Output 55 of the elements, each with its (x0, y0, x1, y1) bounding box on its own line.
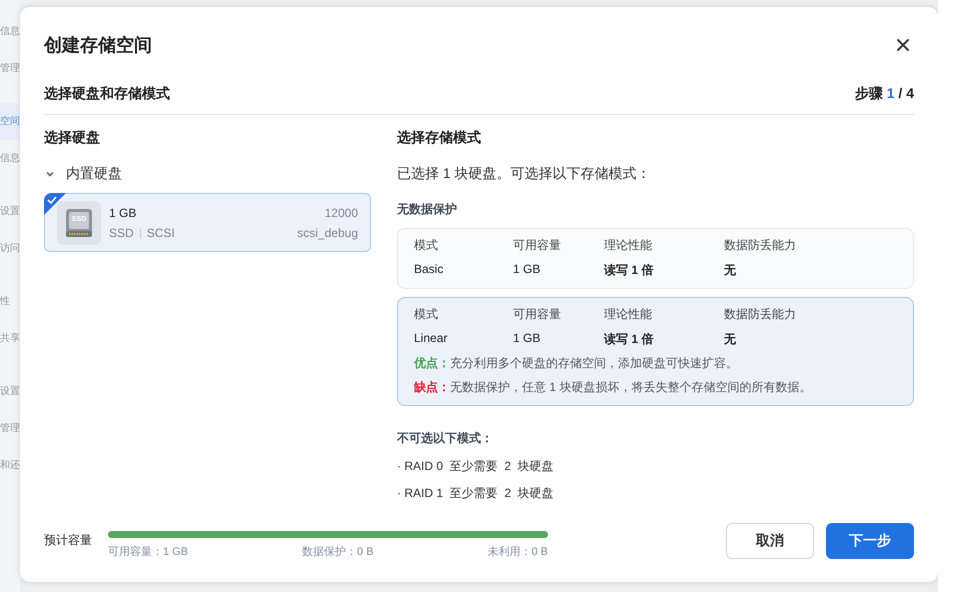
column-label: 模式 (414, 306, 439, 323)
sidebar-item[interactable]: 共享 (0, 320, 20, 357)
legend-text: 未利用：0 B (487, 544, 548, 558)
summary-text: 已选择 1 块硬盘。可选择以下存储模式： (397, 165, 652, 183)
sidebar-item[interactable]: 管理 (0, 50, 20, 87)
column-label: 可用容量 (513, 237, 562, 254)
sidebar-item[interactable]: 信息 (0, 13, 20, 50)
mode-value: 1 GB (513, 331, 542, 347)
step-indicator: 步骤 1 / 4 (854, 85, 914, 103)
sidebar-item[interactable]: 设置 (0, 373, 20, 410)
unavailable-mode: · RAID 1 至少需要 2 块硬盘 (397, 485, 555, 502)
unavailable-mode: · RAID 0 至少需要 2 块硬盘 (397, 458, 555, 475)
sidebar-item[interactable]: 访问 (0, 230, 20, 267)
sidebar-item[interactable]: 和还 (0, 447, 20, 484)
column-label: 可用容量 (513, 306, 562, 323)
next-button[interactable]: 下一步 (826, 522, 914, 558)
mode-value: 无 (724, 331, 737, 348)
column-label: 数据防丢能力 (724, 306, 797, 323)
cancel-button[interactable]: 取消 (726, 522, 814, 558)
drive-icon (65, 208, 93, 238)
disk-name: scsi_debug (297, 226, 358, 240)
category-title: 无数据保护 (397, 201, 458, 218)
pros-text: 优点：充分利用多个硬盘的存储空间，添加硬盘可快速扩容。 (414, 355, 739, 372)
section-title: 选择存储模式 (397, 129, 482, 147)
step-title: 选择硬盘和存储模式 (44, 85, 170, 103)
legend-text: 可用容量：1 GB (108, 544, 188, 558)
mode-value: Basic (414, 262, 444, 278)
section-title: 选择硬盘 (44, 129, 101, 147)
disk-model: 12000 (324, 206, 358, 220)
mode-option[interactable]: 模式 可用容量 理论性能 数据防丢能力 Linear 1 GB 读写 1 倍 无 优点：充分利用多个硬盘的存储空间，添加硬盘可快速扩容。 缺点：无数据保护，任意 1 块硬盘损坏，将丢失整个存储空间的所有数据。 (397, 297, 914, 406)
unavailable-title: 不可选以下模式： (397, 430, 494, 447)
column-label: 理论性能 (604, 306, 653, 323)
column-label: 数据防丢能力 (724, 237, 797, 254)
disk-interface: SCSI (146, 226, 175, 240)
mode-value: 1 GB (513, 262, 542, 278)
column-label: 模式 (414, 237, 439, 254)
close-icon (896, 38, 910, 52)
estimate-label: 预计容量 (44, 532, 92, 549)
mode-value: Linear (414, 331, 448, 347)
mode-option[interactable]: 模式 可用容量 理论性能 数据防丢能力 Basic 1 GB 读写 1 倍 无 (397, 228, 914, 289)
disk-type: SSD (109, 226, 134, 240)
sidebar-item[interactable]: 信息 (0, 140, 20, 177)
sidebar-item[interactable]: 管理 (0, 410, 20, 447)
mode-value: 无 (724, 262, 737, 279)
legend-text: 数据保护：0 B (302, 544, 374, 558)
group-label[interactable]: 内置硬盘 (66, 165, 122, 183)
mode-value: 读写 1 倍 (604, 262, 654, 279)
disk-size: 1 GB (109, 206, 136, 220)
sidebar-item[interactable]: 设置 (0, 193, 20, 230)
dialog-title: 创建存储空间 (44, 34, 152, 57)
column-label: 理论性能 (604, 237, 653, 254)
sidebar-item[interactable]: 性 (0, 283, 20, 320)
cons-text: 缺点：无数据保护，任意 1 块硬盘损坏，将丢失整个存储空间的所有数据。 (414, 379, 812, 396)
mode-value: 读写 1 倍 (604, 331, 654, 348)
sidebar-item[interactable]: 空间 (0, 103, 20, 140)
